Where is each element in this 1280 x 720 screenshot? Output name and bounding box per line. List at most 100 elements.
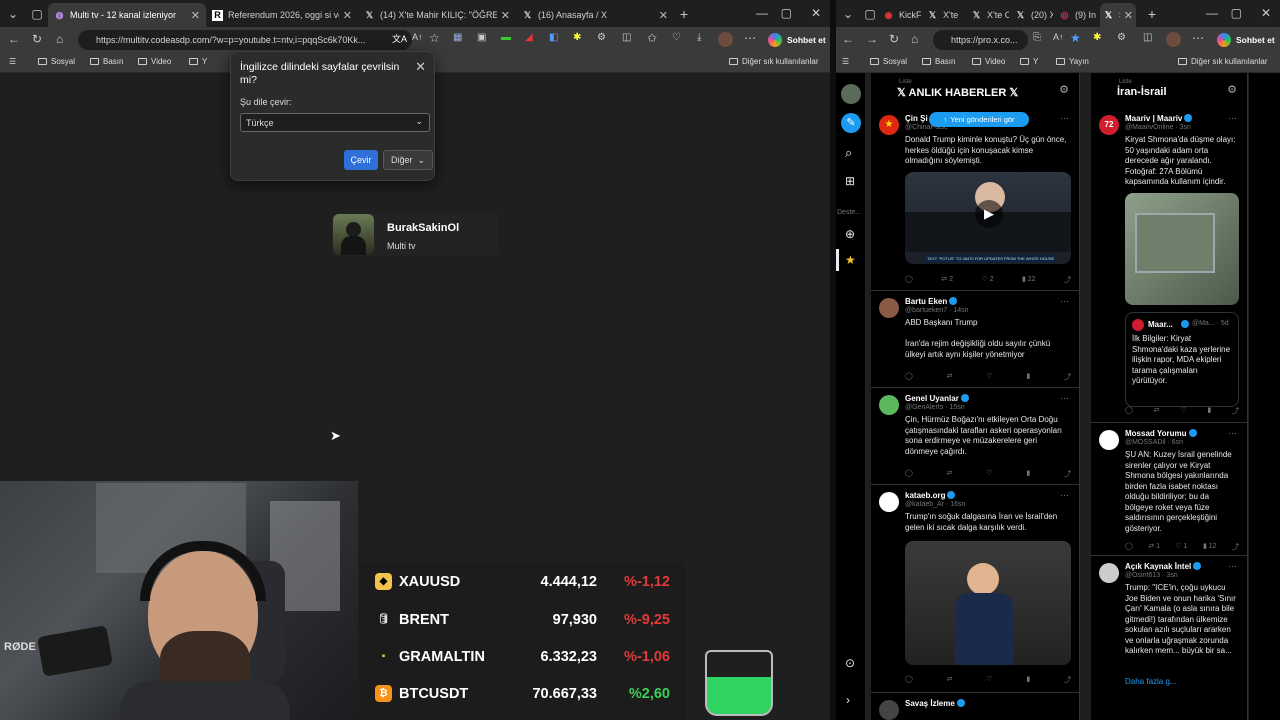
quote-tweet[interactable]: Maar... @Ma... · 5d İlk Bilgiler: Kiryat… [1125, 312, 1239, 407]
new-tab-plus-icon[interactable]: + [1142, 6, 1162, 22]
tab-x[interactable]: 𝕏 X'te C [968, 3, 1012, 27]
tweet[interactable]: 72 Maariv | Maariv @MaarivOnline · 3sn ⋯… [1091, 109, 1247, 423]
split-screen-icon[interactable]: ◫ [622, 32, 631, 43]
refresh-icon[interactable]: ↻ [32, 32, 42, 46]
bookmark-folder-video[interactable]: Video [138, 57, 171, 66]
more-icon[interactable]: ⋯ [1060, 296, 1069, 307]
close-icon[interactable]: ✕ [501, 9, 510, 22]
tab-instagram[interactable]: ◎ (9) In [1056, 3, 1100, 27]
tweet[interactable]: Genel Uyanlar @GenAlerts · 15sn ⋯ Çin, H… [871, 389, 1079, 485]
copilot-icon[interactable] [1217, 33, 1231, 47]
tweet[interactable]: Mossad Yorumu @MOSSADil · 6sn ⋯ ŞU AN: K… [1091, 424, 1247, 556]
read-aloud-icon[interactable]: A↑ [412, 32, 423, 42]
more-options-icon[interactable]: ⊙ [845, 656, 855, 670]
like-icon[interactable]: ♡ [1180, 406, 1186, 416]
language-select[interactable]: Türkçe ⌄ [240, 113, 430, 132]
extensions-puzzle-icon[interactable]: ⚙ [597, 32, 606, 43]
refresh-icon[interactable]: ↻ [889, 32, 899, 46]
retweet-icon[interactable]: ⇄ 1 [1148, 542, 1160, 552]
like-icon[interactable]: ♡ [986, 675, 992, 685]
workspaces-icon[interactable]: ▢ [26, 7, 48, 21]
profile-avatar[interactable] [1166, 32, 1181, 47]
bookmark-folder-y[interactable]: Y [189, 57, 207, 66]
search-icon[interactable]: ⌕ [845, 145, 852, 161]
collections-icon[interactable]: ◫ [1143, 32, 1152, 43]
reply-icon[interactable]: ◯ [1125, 542, 1133, 552]
share-icon[interactable]: ⤴ [1064, 675, 1071, 685]
translate-button[interactable]: Çevir [344, 150, 378, 170]
tweet[interactable]: Bartu Eken @bartueken7 · 14sn ⋯ ABD Başk… [871, 292, 1079, 388]
star-icon[interactable]: ☆ [429, 31, 440, 45]
tweet-image[interactable] [1125, 193, 1239, 305]
add-column-icon[interactable]: ⊞ [845, 174, 855, 188]
tab-x[interactable]: 𝕏 (20) X [1012, 3, 1056, 27]
back-arrow-icon[interactable]: ← [8, 32, 20, 46]
reply-icon[interactable]: ◯ [905, 675, 913, 685]
new-tab-plus-icon[interactable]: + [674, 6, 694, 22]
extension-icon[interactable]: ✱ [573, 32, 581, 43]
views-icon[interactable]: ▮ 22 [1022, 275, 1036, 285]
tweet[interactable]: Açık Kaynak İntel @Osint613 · 3sn ⋯ Trum… [1091, 557, 1247, 720]
share-icon[interactable]: ⤴ [1064, 275, 1071, 285]
tweet[interactable]: Savaş İzleme [871, 694, 1079, 720]
extension-icon[interactable]: ◧ [549, 32, 558, 43]
like-icon[interactable]: ♡ 1 [1175, 542, 1187, 552]
tab-list-chevron-icon[interactable]: ⌄ [836, 7, 860, 21]
downloads-icon[interactable]: ⤓ [697, 32, 701, 43]
extension-icon[interactable]: ✱ [1093, 32, 1101, 43]
share-icon[interactable]: ⤴ [1064, 469, 1071, 479]
tab-x-active[interactable]: 𝕏S ✕ [1100, 3, 1136, 27]
retweet-icon[interactable]: ⇄ 2 [941, 275, 953, 285]
tweet-video[interactable]: ▶ TEXT "POTUS" TO 45470 FOR UPDATES FROM… [905, 172, 1071, 264]
translate-icon[interactable]: 文A [392, 32, 407, 45]
star-filled-icon[interactable]: ★ [1070, 31, 1081, 45]
url-input[interactable]: https://multitv.codeasdp.com/?w=p=youtub… [78, 30, 412, 50]
bookmark-folder-basin[interactable]: Basın [922, 57, 955, 66]
other-bookmarks[interactable]: Diğer sık kullanılanlar [1178, 57, 1267, 66]
bookmark-folder-sosyal[interactable]: Sosyal [870, 57, 907, 66]
more-icon[interactable]: ⋯ [1060, 113, 1069, 124]
home-icon[interactable]: ⌂ [56, 32, 63, 46]
window-close-icon[interactable]: ✕ [811, 6, 821, 20]
retweet-icon[interactable]: ⇄ [947, 372, 953, 382]
reply-icon[interactable]: ◯ [905, 275, 913, 285]
more-icon[interactable]: ⋯ [1060, 393, 1069, 404]
bookmark-folder-sosyal[interactable]: Sosyal [38, 57, 75, 66]
expand-chevron-icon[interactable]: › [846, 693, 850, 707]
split-screen-icon[interactable]: ⎘ [1033, 32, 1041, 43]
home-icon[interactable]: ⌂ [911, 32, 918, 46]
chat-label[interactable]: Sohbet et [787, 35, 826, 45]
deck-icon[interactable]: ⊕ [845, 227, 855, 241]
more-menu-icon[interactable]: ⋯ [744, 31, 756, 45]
more-icon[interactable]: ⋯ [1228, 113, 1237, 124]
extension-icon[interactable]: ▬ [501, 32, 511, 43]
views-icon[interactable]: ▮ 12 [1203, 542, 1217, 552]
retweet-icon[interactable]: ⇄ [947, 469, 953, 479]
maximize-icon[interactable]: ▢ [1231, 6, 1242, 20]
retweet-icon[interactable]: ⇄ [1154, 406, 1160, 416]
close-icon[interactable]: ✕ [1124, 9, 1133, 22]
more-options-button[interactable]: Diğer ⌄ [383, 150, 433, 170]
tab-list-chevron-icon[interactable]: ⌄ [0, 7, 26, 21]
close-icon[interactable]: ✕ [659, 9, 668, 22]
tab-multitv[interactable]: ◍ Multi tv - 12 kanal izleniyor ✕ [48, 3, 206, 27]
read-aloud-icon[interactable]: A↑ [1053, 32, 1064, 42]
extension-icon[interactable]: ▣ [477, 32, 486, 43]
favorites-icon[interactable]: ✩ [647, 31, 657, 45]
settings-icon[interactable]: ⚙ [1227, 83, 1237, 96]
close-icon[interactable]: ✕ [343, 9, 352, 22]
minimize-icon[interactable]: — [1206, 6, 1218, 20]
like-icon[interactable]: ♡ 2 [981, 275, 993, 285]
more-icon[interactable]: ⋯ [1060, 490, 1069, 501]
copilot-icon[interactable] [768, 33, 782, 47]
profile-avatar[interactable] [718, 32, 733, 47]
url-input[interactable]: https://pro.x.co... [933, 30, 1028, 50]
bookmarks-menu-icon[interactable]: ☰ [9, 57, 16, 66]
star-icon[interactable]: ★ [845, 253, 856, 267]
workspaces-icon[interactable]: ▢ [860, 7, 880, 21]
share-icon[interactable]: ⤴ [1232, 406, 1239, 416]
tab-x-mahir[interactable]: 𝕏 (14) X'te Mahir KILIÇ: "ÖĞRENCİ A ✕ [358, 3, 516, 27]
bookmark-folder-video[interactable]: Video [972, 57, 1005, 66]
share-icon[interactable]: ⤴ [1064, 372, 1071, 382]
maximize-icon[interactable]: ▢ [781, 6, 792, 20]
